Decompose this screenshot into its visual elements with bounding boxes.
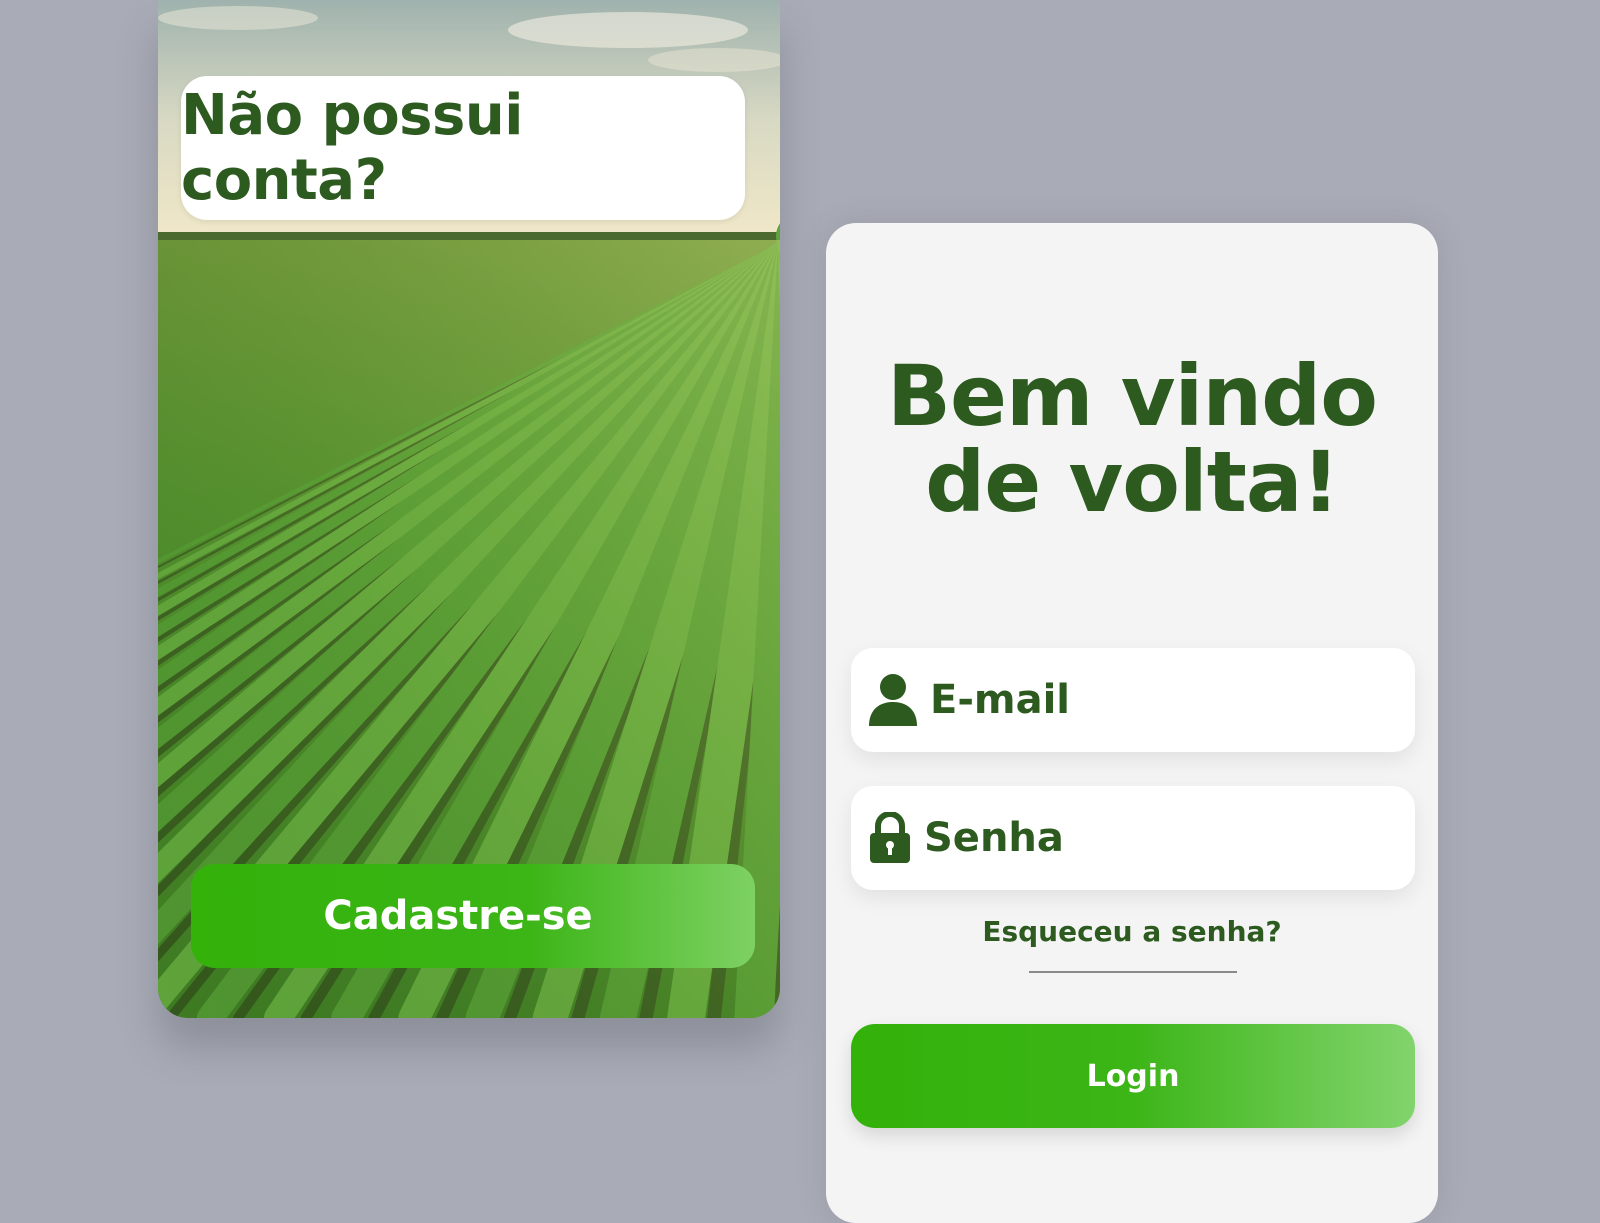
signup-button[interactable]: Cadastre-se: [191, 864, 755, 968]
email-input[interactable]: [928, 647, 1491, 753]
signup-button-label: Cadastre-se: [323, 893, 593, 939]
signup-prompt-text: Não possui conta?: [181, 83, 523, 213]
password-field-container[interactable]: [851, 785, 1485, 891]
login-button[interactable]: Login: [851, 1024, 1415, 1128]
forgot-password-link[interactable]: Esqueceu a senha?: [826, 915, 1438, 948]
welcome-title: Bem vindo de volta!: [826, 353, 1438, 525]
signup-card: Não possui conta? Cadastre-se: [158, 0, 780, 1018]
user-icon: [868, 670, 918, 730]
email-field-container[interactable]: [851, 647, 1491, 753]
signup-prompt-box: Não possui conta?: [181, 76, 745, 220]
login-button-label: Login: [1086, 1058, 1180, 1094]
login-card: Bem vindo de volta! Esqueceu a senha? Lo…: [826, 223, 1491, 1223]
welcome-title-line-2: de volta!: [925, 433, 1340, 531]
password-input[interactable]: [922, 785, 1485, 891]
welcome-title-line-1: Bem vindo: [887, 347, 1378, 445]
forgot-password-underline: [1029, 971, 1237, 973]
lock-icon: [868, 808, 912, 868]
